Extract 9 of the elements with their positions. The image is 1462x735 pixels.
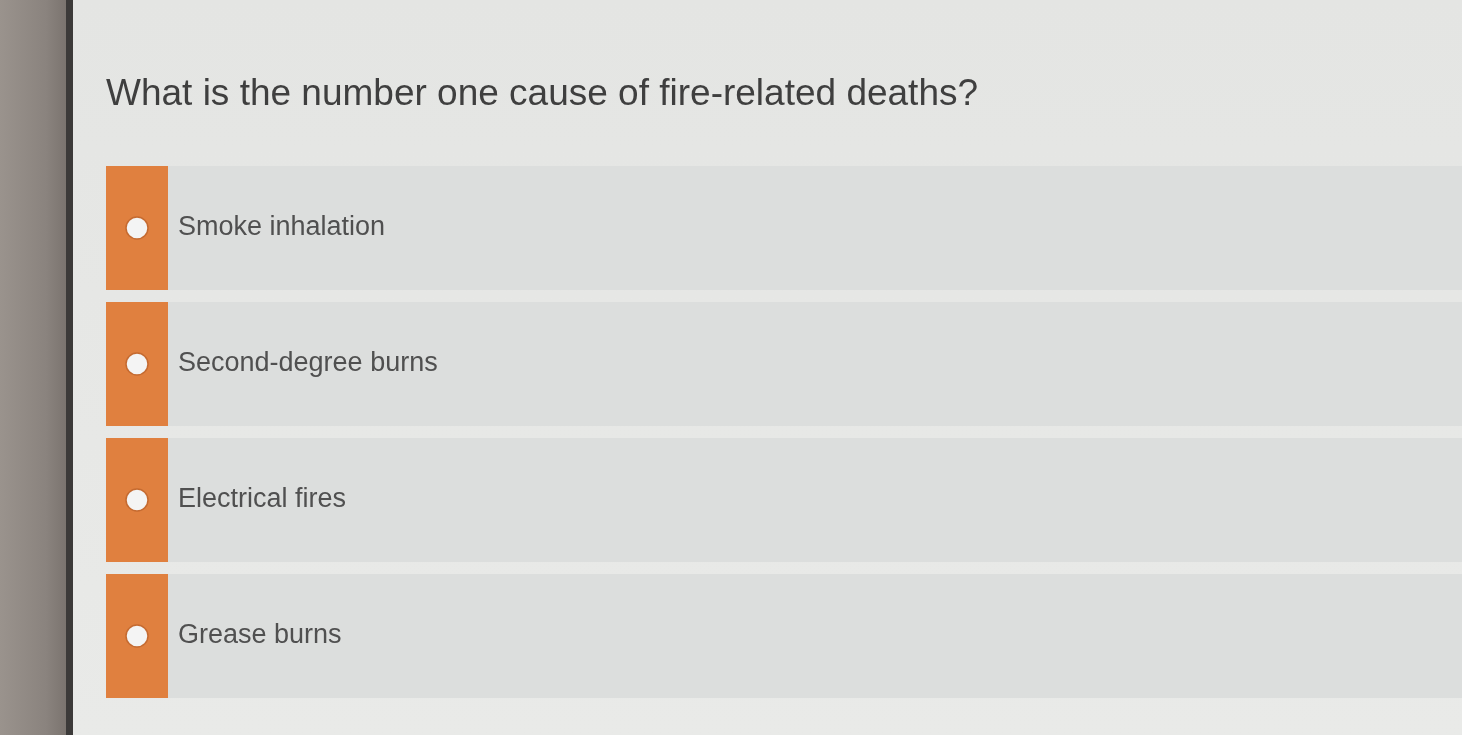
radio-button[interactable] (125, 624, 149, 648)
answer-option[interactable]: Electrical fires (106, 438, 1462, 562)
radio-button[interactable] (125, 216, 149, 240)
answer-option[interactable]: Grease burns (106, 574, 1462, 698)
answer-option[interactable]: Second-degree burns (106, 302, 1462, 426)
radio-button[interactable] (125, 488, 149, 512)
answer-option[interactable]: Smoke inhalation (106, 166, 1462, 290)
radio-button[interactable] (125, 352, 149, 376)
question-text: What is the number one cause of fire-related deaths? (106, 72, 979, 114)
